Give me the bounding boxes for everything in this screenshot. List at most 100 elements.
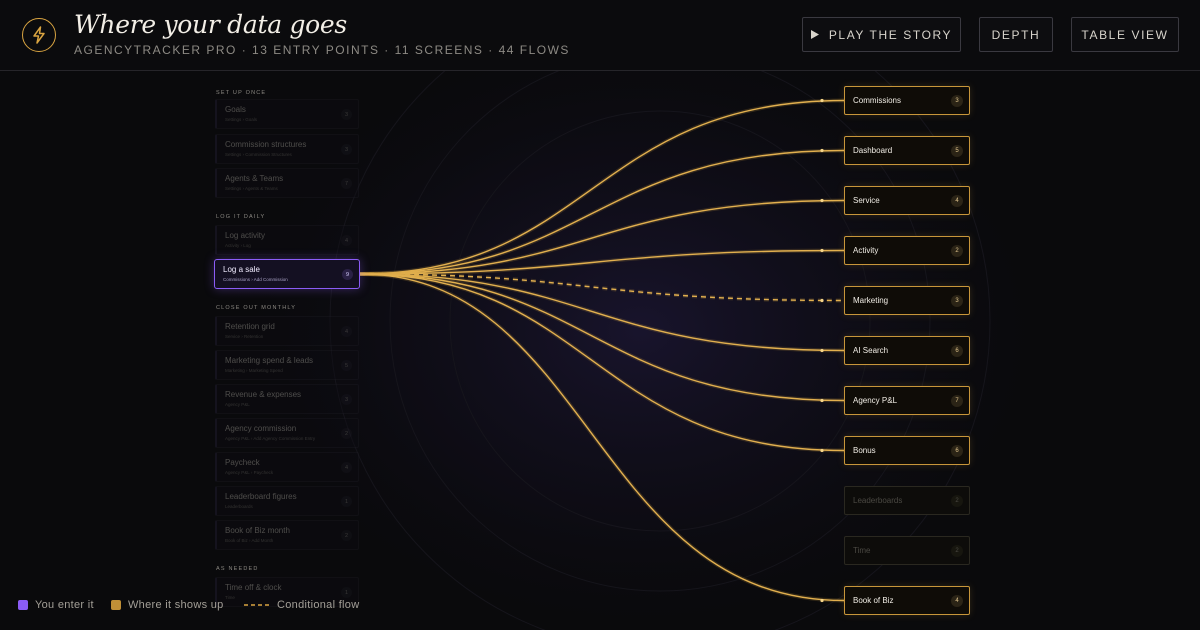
source-node-name: Paycheck <box>225 458 260 467</box>
flow-link-dot <box>820 148 824 153</box>
destination-node[interactable]: Time 2 <box>844 536 970 565</box>
destination-node-count: 3 <box>951 295 963 307</box>
source-group-label: AS NEEDED <box>216 566 259 572</box>
destination-node[interactable]: Service 4 <box>844 186 970 215</box>
destination-node[interactable]: Bonus 6 <box>844 436 970 465</box>
source-node-count: 1 <box>341 496 352 507</box>
source-node-count: 3 <box>341 144 352 155</box>
destination-node-count: 7 <box>951 395 963 407</box>
flow-link-dot <box>820 98 824 103</box>
page-title: Where your data goes <box>74 10 347 39</box>
source-node-path: Commissions › Add Commission <box>223 277 288 282</box>
destination-node-count: 4 <box>951 595 963 607</box>
destination-node-count: 6 <box>951 445 963 457</box>
destination-node[interactable]: Book of Biz 4 <box>844 586 970 615</box>
source-node[interactable]: Paycheck Agency P&L › Paycheck 4 <box>215 452 359 482</box>
legend-shows: Where it shows up <box>111 598 224 612</box>
source-node[interactable]: Goals Settings › Goals 3 <box>215 99 359 129</box>
source-node[interactable]: Log a sale Commissions › Add Commission 9 <box>214 259 360 289</box>
source-node-name: Retention grid <box>225 322 275 331</box>
source-node-path: Agency P&L › Paycheck <box>225 470 274 475</box>
source-node-count: 4 <box>341 235 352 246</box>
destination-node[interactable]: Marketing 3 <box>844 286 970 315</box>
source-node-path: Leaderboards <box>225 504 253 509</box>
source-node[interactable]: Agents & Teams Settings › Agents & Teams 7 <box>215 168 359 198</box>
source-node-name: Agency commission <box>225 424 297 433</box>
source-node-name: Agents & Teams <box>225 174 284 183</box>
source-node-name: Leaderboard figures <box>225 492 297 501</box>
source-node-path: Agency P&L <box>225 402 250 407</box>
legend-shows-label: Where it shows up <box>128 599 224 611</box>
source-node[interactable]: Commission structures Settings › Commissi… <box>215 134 359 164</box>
dashed-line-icon <box>244 604 270 606</box>
source-node-name: Time off & clock <box>225 583 282 592</box>
destination-node-name: Service <box>853 196 880 205</box>
source-node[interactable]: Retention grid Service › Retention 4 <box>215 316 359 346</box>
destination-node-name: Leaderboards <box>853 496 903 505</box>
destination-node-count: 2 <box>951 545 963 557</box>
source-node-path: Marketing › Marketing Spend <box>225 368 283 373</box>
source-node-name: Marketing spend & leads <box>225 356 314 365</box>
source-node-count: 4 <box>341 462 352 473</box>
flow-link-dot <box>820 298 824 303</box>
source-node-name: Revenue & expenses <box>225 390 302 399</box>
flow-link-dot <box>820 448 824 453</box>
source-group-label: CLOSE OUT MONTHLY <box>216 305 297 311</box>
depth-button[interactable]: DEPTH <box>979 17 1053 52</box>
destination-node[interactable]: Commissions 3 <box>844 86 970 115</box>
destination-node-name: Agency P&L <box>853 396 898 405</box>
source-node[interactable]: Book of Biz month Book of Biz › Add Month… <box>215 520 359 550</box>
lightning-bolt-icon <box>33 26 45 44</box>
legend-enter: You enter it <box>18 598 94 612</box>
table-view-label: TABLE VIEW <box>1081 27 1169 42</box>
flow-link-dot <box>820 248 824 253</box>
flow-link-dot <box>820 348 824 353</box>
play-story-button[interactable]: PLAY THE STORY <box>802 17 961 52</box>
depth-label: DEPTH <box>991 27 1041 42</box>
source-node-count: 3 <box>341 394 352 405</box>
destination-node[interactable]: AI Search 6 <box>844 336 970 365</box>
legend-conditional: Conditional flow <box>244 598 359 612</box>
source-group-label: SET UP ONCE <box>216 90 267 96</box>
play-icon <box>810 30 819 39</box>
source-node-path: Settings › Goals <box>225 117 258 122</box>
destination-node-name: Commissions <box>853 96 902 105</box>
source-node-path: Settings › Commission Structures <box>225 152 292 157</box>
destination-node-count: 6 <box>951 345 963 357</box>
destination-node[interactable]: Activity 2 <box>844 236 970 265</box>
play-story-label: PLAY THE STORY <box>828 27 953 42</box>
destination-node-name: Time <box>853 546 871 555</box>
flow-link-dot <box>820 198 824 203</box>
source-node[interactable]: Log activity Activity › Log 4 <box>215 225 359 255</box>
destination-node-count: 2 <box>951 245 963 257</box>
source-node-path: Activity › Log <box>225 243 251 248</box>
source-group-label: LOG IT DAILY <box>216 214 266 220</box>
flow-diagram <box>210 71 1070 630</box>
source-node-path: Settings › Agents & Teams <box>225 186 278 191</box>
source-node-name: Book of Biz month <box>225 526 290 535</box>
destination-node[interactable]: Dashboard 5 <box>844 136 970 165</box>
gold-swatch <box>111 600 121 610</box>
destination-node-name: Marketing <box>853 296 889 305</box>
source-node-count: 1 <box>341 587 352 598</box>
source-node-name: Commission structures <box>225 140 307 149</box>
source-node-name: Log a sale <box>223 265 260 274</box>
source-node[interactable]: Leaderboard figures Leaderboards 1 <box>215 486 359 516</box>
legend-conditional-label: Conditional flow <box>277 599 360 611</box>
destination-node[interactable]: Agency P&L 7 <box>844 386 970 415</box>
flow-link-dot <box>820 598 824 603</box>
flow-canvas: SET UP ONCE Goals Settings › Goals 3 Commiss… <box>0 71 1200 630</box>
legend-enter-label: You enter it <box>35 599 94 611</box>
app-logo[interactable] <box>22 18 56 52</box>
purple-swatch <box>18 600 28 610</box>
destination-node-count: 2 <box>951 495 963 507</box>
source-node-count: 9 <box>342 269 353 280</box>
source-node[interactable]: Agency commission Agency P&L › Add Agency… <box>215 418 359 448</box>
source-node-count: 5 <box>341 360 352 371</box>
destination-node-name: Bonus <box>853 446 876 455</box>
destination-node[interactable]: Leaderboards 2 <box>844 486 970 515</box>
table-view-button[interactable]: TABLE VIEW <box>1071 17 1179 52</box>
source-node[interactable]: Revenue & expenses Agency P&L 3 <box>215 384 359 414</box>
source-node[interactable]: Marketing spend & leads Marketing › Marke… <box>215 350 359 380</box>
flow-link-dot <box>820 398 824 403</box>
